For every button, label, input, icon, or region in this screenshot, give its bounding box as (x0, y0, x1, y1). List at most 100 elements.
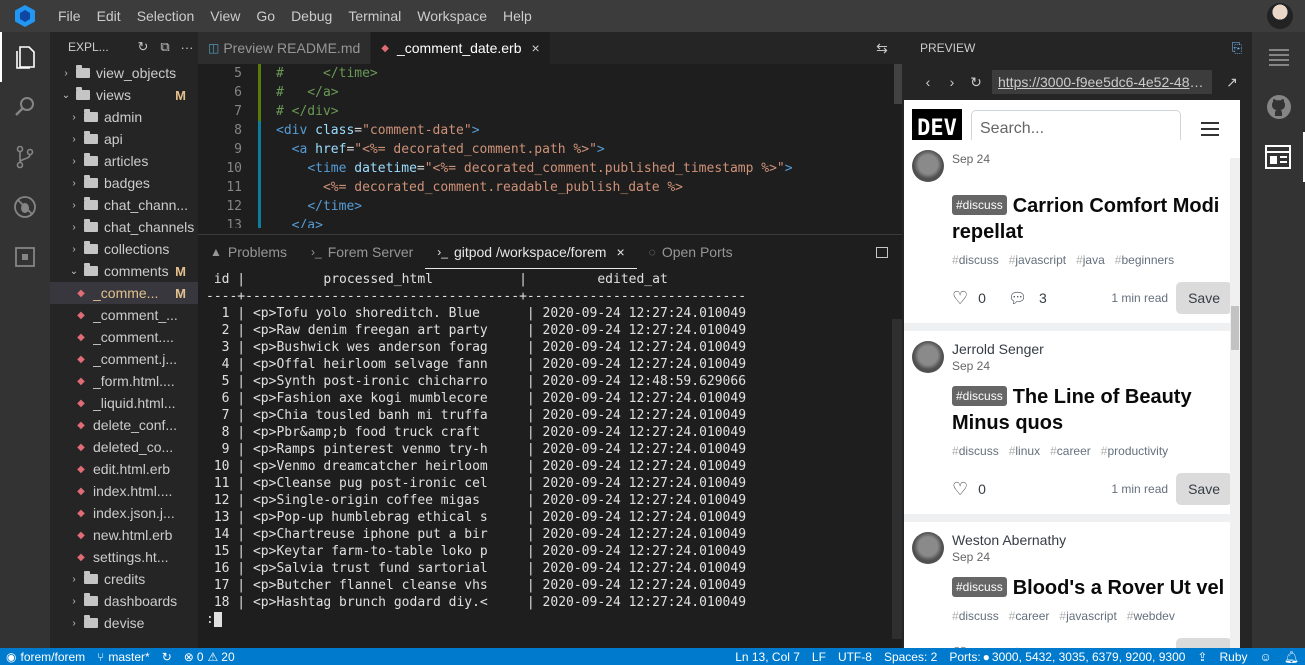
menu-item-view[interactable]: View (202, 0, 248, 32)
github-icon[interactable] (1252, 82, 1305, 132)
article-card[interactable]: Weston Abernathy Sep 24 #discuss Blood's a … (904, 522, 1240, 648)
file-item[interactable]: ◆ settings.ht... (50, 546, 198, 568)
file-item[interactable]: ◆ delete_conf... (50, 414, 198, 436)
save-button[interactable]: Save (1176, 638, 1232, 648)
tag-link[interactable]: discuss (952, 444, 999, 458)
external-link-icon[interactable]: ↗ (1220, 74, 1244, 91)
discuss-tag-badge[interactable]: #discuss (952, 195, 1007, 215)
author-name[interactable]: Weston Abernathy (952, 532, 1066, 548)
folder-item[interactable]: › articles (50, 150, 198, 172)
file-item[interactable]: ◆ _comment.... (50, 326, 198, 348)
refresh-icon[interactable]: ↻ (132, 39, 154, 55)
hamburger-menu-icon[interactable] (1201, 118, 1219, 140)
gitpod-logo-icon[interactable] (0, 0, 50, 32)
file-item[interactable]: ◆ index.json.j... (50, 502, 198, 524)
tag-link[interactable]: career (1050, 444, 1091, 458)
panel-tab[interactable]: ›_ gitpod /workspace/forem × (425, 235, 637, 269)
menu-item-terminal[interactable]: Terminal (340, 0, 409, 32)
more-actions-icon[interactable]: ··· (176, 40, 198, 55)
chevron-right-icon[interactable]: › (68, 244, 80, 255)
terminal-prompt[interactable]: : (206, 611, 902, 628)
discuss-tag-badge[interactable]: #discuss (952, 577, 1007, 597)
file-item[interactable]: ◆ new.html.erb (50, 524, 198, 546)
repo-status[interactable]: ◉ forem/forem (0, 650, 91, 664)
chevron-right-icon[interactable]: › (68, 618, 80, 629)
file-item[interactable]: ◆ _comme... M (50, 282, 198, 304)
folder-item[interactable]: › chat_chann... (50, 194, 198, 216)
folder-item[interactable]: ⌄ comments M (50, 260, 198, 282)
open-to-side-icon[interactable]: ⎘ (1222, 40, 1252, 56)
split-preview-icon[interactable]: ⇆ (862, 32, 902, 64)
scrollbar-thumb[interactable] (1231, 306, 1239, 350)
file-item[interactable]: ◆ _comment.j... (50, 348, 198, 370)
article-title[interactable]: #discuss Blood's a Rover Ut vel (952, 574, 1232, 601)
menu-item-go[interactable]: Go (248, 0, 283, 32)
encoding-status[interactable]: UTF-8 (832, 650, 878, 664)
share-icon[interactable]: ⇪ (1191, 650, 1213, 664)
chevron-right-icon[interactable]: › (60, 68, 72, 79)
menu-item-workspace[interactable]: Workspace (409, 0, 495, 32)
branch-status[interactable]: ⑂ master* (91, 650, 156, 664)
forward-icon[interactable]: › (940, 74, 964, 90)
article-title[interactable]: #discuss The Line of Beauty Minus quos (952, 383, 1232, 436)
tag-link[interactable]: webdev (1127, 609, 1174, 623)
split-terminal-icon[interactable] (876, 246, 888, 258)
feedback-icon[interactable]: ☺ (1254, 650, 1278, 664)
save-button[interactable]: Save (1176, 473, 1232, 505)
folder-item[interactable]: › chat_channels (50, 216, 198, 238)
extensions-icon[interactable] (0, 232, 50, 282)
source-control-icon[interactable] (0, 132, 50, 182)
chevron-right-icon[interactable]: › (68, 156, 80, 167)
menu-item-selection[interactable]: Selection (129, 0, 203, 32)
debug-icon[interactable] (0, 182, 50, 232)
article-card[interactable]: Sep 24 #discuss Carrion Comfort Modi repel… (904, 140, 1240, 323)
file-item[interactable]: ◆ edit.html.erb (50, 458, 198, 480)
chevron-down-icon[interactable]: ⌄ (60, 90, 72, 101)
author-name[interactable]: Jerrold Senger (952, 341, 1044, 357)
language-status[interactable]: Ruby (1213, 650, 1253, 664)
problems-status[interactable]: ⊗ 0 ⚠ 20 (178, 650, 241, 664)
outline-list-icon[interactable] (1252, 32, 1305, 82)
url-field[interactable]: https://3000-f9ee5dc6-4e52-487f-9... (992, 70, 1212, 94)
close-icon[interactable]: × (532, 40, 540, 56)
author-avatar[interactable] (912, 150, 944, 182)
tab-comment-date[interactable]: ◆ _comment_date.erb × (371, 32, 551, 64)
folder-item[interactable]: › dashboards (50, 590, 198, 612)
file-item[interactable]: ◆ _comment_... (50, 304, 198, 326)
chevron-down-icon[interactable]: ⌄ (68, 266, 80, 277)
tag-link[interactable]: javascript (1009, 253, 1066, 267)
tag-link[interactable]: discuss (952, 609, 999, 623)
search-icon[interactable] (0, 82, 50, 132)
menu-item-file[interactable]: File (50, 0, 89, 32)
chevron-right-icon[interactable]: › (68, 178, 80, 189)
indentation-status[interactable]: Spaces: 2 (878, 650, 943, 664)
folder-item[interactable]: ⌄ views M (50, 84, 198, 106)
tag-link[interactable]: career (1009, 609, 1049, 623)
code-editor[interactable]: 5 # </time> 6 # </a> 7 # </div> 8 <div class = "c… (198, 64, 902, 228)
tag-link[interactable]: discuss (952, 253, 999, 267)
folder-item[interactable]: › admin (50, 106, 198, 128)
user-avatar[interactable] (1267, 3, 1293, 29)
reload-icon[interactable]: ↻ (964, 74, 988, 91)
discuss-tag-badge[interactable]: #discuss (952, 386, 1007, 406)
collapse-all-icon[interactable]: ⧉ (154, 39, 176, 55)
terminal-scrollbar[interactable] (892, 319, 902, 639)
sync-icon[interactable]: ↻ (156, 650, 178, 664)
tag-link[interactable]: javascript (1059, 609, 1117, 623)
panel-tab[interactable]: ›_ Forem Server (299, 235, 425, 269)
folder-item[interactable]: › devise (50, 612, 198, 634)
folder-item[interactable]: › badges (50, 172, 198, 194)
tag-link[interactable]: linux (1009, 444, 1040, 458)
author-avatar[interactable] (912, 341, 944, 373)
folder-item[interactable]: › credits (50, 568, 198, 590)
editor-scrollbar[interactable] (894, 64, 902, 104)
chevron-right-icon[interactable]: › (68, 222, 80, 233)
menu-item-help[interactable]: Help (495, 0, 540, 32)
back-icon[interactable]: ‹ (916, 74, 940, 90)
menu-item-debug[interactable]: Debug (283, 0, 340, 32)
eol-status[interactable]: LF (806, 650, 832, 664)
tag-link[interactable]: productivity (1101, 444, 1168, 458)
tag-link[interactable]: java (1076, 253, 1105, 267)
folder-item[interactable]: › api (50, 128, 198, 150)
folder-item[interactable]: › collections (50, 238, 198, 260)
